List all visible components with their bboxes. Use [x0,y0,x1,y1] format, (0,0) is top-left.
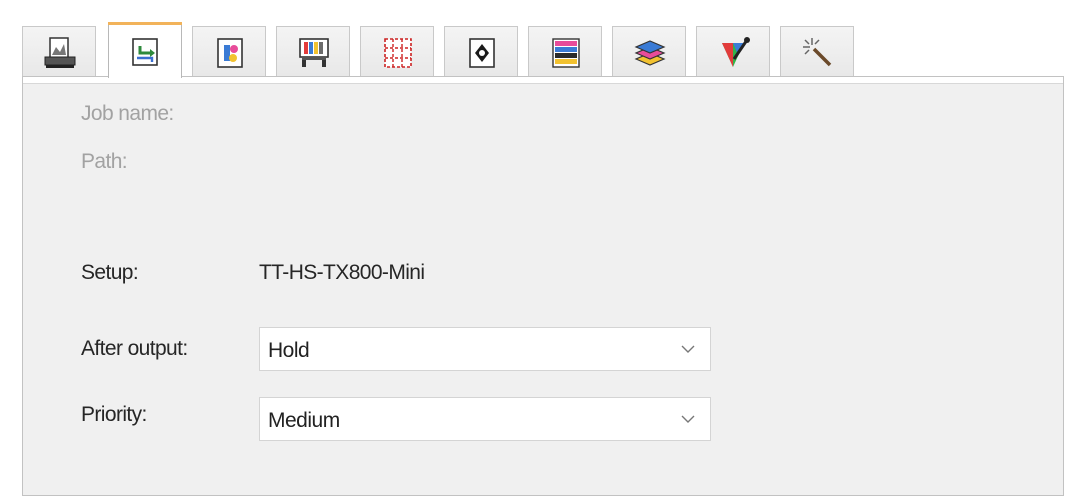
magic-wand-icon [803,38,832,67]
after-output-select[interactable]: Hold [259,327,711,371]
tile-layout-icon [384,38,412,68]
tab-magic-wand[interactable] [780,26,854,76]
large-format-printer-icon [299,38,329,67]
tab-bar [22,22,1062,78]
tab-large-format-printer[interactable] [276,26,350,76]
panel-top-divider [23,77,1063,84]
path-label: Path: [81,150,128,173]
tab-document-color[interactable] [192,26,266,76]
tab-tile-layout[interactable] [360,26,434,76]
color-picker-icon [722,37,750,67]
tab-job-output[interactable] [108,22,182,78]
printer-icon [44,37,76,68]
setup-label: Setup: [81,261,139,284]
tab-color-strips[interactable] [528,26,602,76]
tab-page-register[interactable] [444,26,518,76]
job-settings-panel: Job name: Path: Setup: TT-HS-TX800-Mini … [22,76,1064,496]
after-output-label: After output: [81,337,188,360]
priority-value: Medium [268,409,340,432]
after-output-value: Hold [268,339,310,362]
job-name-label: Job name: [81,102,174,125]
priority-select[interactable]: Medium [259,397,711,441]
layers-icon [634,40,666,66]
priority-label: Priority: [81,403,147,426]
tab-layers[interactable] [612,26,686,76]
document-color-icon [217,38,243,68]
chevron-down-icon [681,415,695,423]
setup-value: TT-HS-TX800-Mini [259,261,425,284]
active-tab-accent [108,22,182,25]
tab-color-picker[interactable] [696,26,770,76]
job-properties-window: Job name: Path: Setup: TT-HS-TX800-Mini … [0,0,1085,496]
chevron-down-icon [681,345,695,353]
page-register-icon [469,38,495,68]
color-strips-icon [552,38,580,68]
job-output-icon [132,38,158,66]
tab-printer[interactable] [22,26,96,76]
